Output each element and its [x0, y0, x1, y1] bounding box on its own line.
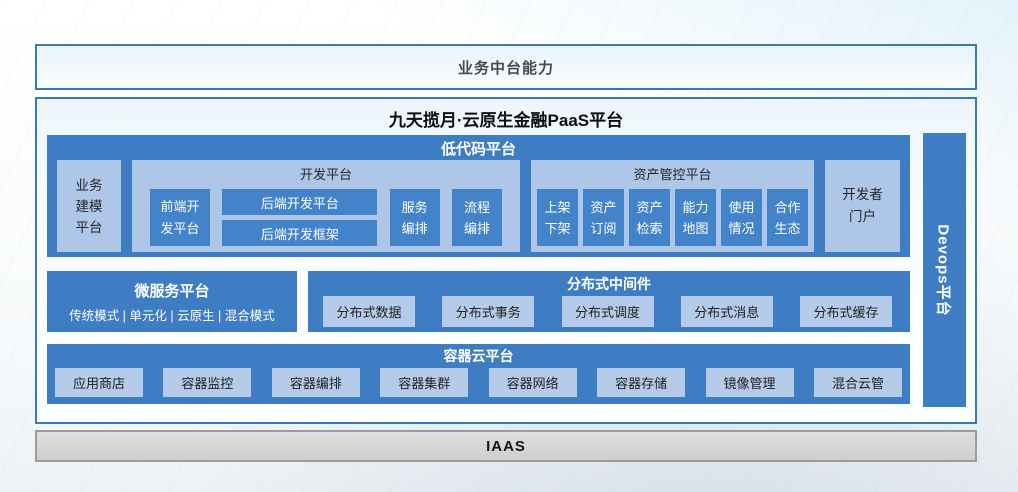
container-item: 容器存储 — [597, 368, 685, 397]
middleware-item: 分布式调度 — [562, 296, 654, 327]
asset-item: 使用情况 — [721, 189, 762, 246]
asset-item-label: 能力地图 — [682, 197, 710, 239]
asset-item: 上架下架 — [537, 189, 578, 246]
container-item: 容器监控 — [163, 368, 251, 397]
middleware-section: 分布式中间件 分布式数据 分布式事务 分布式调度 分布式消息 分布式缓存 — [308, 271, 910, 332]
microservice-title: 微服务平台 — [134, 280, 209, 301]
frontend-dev-label: 前端开发平台 — [159, 196, 201, 240]
iaas-label: IAAS — [486, 438, 526, 455]
asset-item-label: 合作生态 — [774, 197, 802, 239]
container-cloud-row: 应用商店 容器监控 容器编排 容器集群 容器网络 容器存储 镜像管理 混合云管 — [55, 368, 902, 397]
process-orchestration-label: 流程编排 — [463, 197, 491, 239]
developer-portal-cell: 开发者门户 — [825, 160, 900, 252]
container-item: 容器网络 — [489, 368, 577, 397]
middleware-title: 分布式中间件 — [308, 271, 910, 294]
business-modeling-cell: 业务建模平台 — [57, 160, 121, 252]
business-midplatform-label: 业务中台能力 — [458, 57, 554, 78]
developer-portal-label: 开发者门户 — [842, 184, 884, 228]
backend-framework-box: 后端开发框架 — [222, 220, 377, 246]
asset-item: 能力地图 — [675, 189, 716, 246]
low-code-row: 业务建模平台 开发平台 前端开发平台 后端开发平台 后端开发框架 服务编排 — [57, 160, 900, 252]
container-cloud-title: 容器云平台 — [47, 344, 910, 366]
devops-bar: Devops平台 — [923, 133, 966, 407]
architecture-diagram: 业务中台能力 九天揽月·云原生金融PaaS平台 低代码平台 业务建模平台 开发平… — [0, 0, 1018, 492]
middleware-item: 分布式缓存 — [800, 296, 892, 327]
asset-item: 合作生态 — [767, 189, 808, 246]
asset-control-row: 上架下架 资产订阅 资产检索 能力地图 使用情况 合作生态 — [537, 189, 808, 246]
process-orchestration-box: 流程编排 — [452, 189, 502, 246]
container-item: 容器编排 — [272, 368, 360, 397]
iaas-bar: IAAS — [35, 430, 977, 462]
dev-platform-panel: 开发平台 前端开发平台 后端开发平台 后端开发框架 服务编排 — [132, 160, 520, 252]
container-item: 应用商店 — [55, 368, 143, 397]
middleware-item: 分布式消息 — [681, 296, 773, 327]
service-orchestration-box: 服务编排 — [390, 189, 440, 246]
asset-control-title: 资产管控平台 — [531, 160, 814, 183]
middleware-item: 分布式数据 — [323, 296, 415, 327]
backend-platform-box: 后端开发平台 — [222, 189, 377, 215]
container-item: 混合云管 — [814, 368, 902, 397]
asset-item: 资产订阅 — [583, 189, 624, 246]
container-cloud-section: 容器云平台 应用商店 容器监控 容器编排 容器集群 容器网络 容器存储 镜像管理… — [47, 344, 910, 404]
business-modeling-label: 业务建模平台 — [75, 175, 103, 238]
devops-label: Devops平台 — [934, 224, 955, 316]
business-midplatform-banner: 业务中台能力 — [35, 44, 977, 90]
low-code-title: 低代码平台 — [47, 135, 910, 159]
service-orchestration-label: 服务编排 — [401, 197, 429, 239]
low-code-section: 低代码平台 业务建模平台 开发平台 前端开发平台 后端开发平台 后端开发框架 — [47, 135, 910, 257]
middleware-row: 分布式数据 分布式事务 分布式调度 分布式消息 分布式缓存 — [323, 296, 892, 327]
container-item: 容器集群 — [380, 368, 468, 397]
asset-item-label: 资产订阅 — [590, 197, 618, 239]
frontend-dev-box: 前端开发平台 — [150, 189, 210, 246]
microservice-section: 微服务平台 传统模式 | 单元化 | 云原生 | 混合模式 — [47, 271, 297, 332]
dev-platform-row: 前端开发平台 后端开发平台 后端开发框架 服务编排 流程编排 — [150, 189, 502, 246]
backend-stack: 后端开发平台 后端开发框架 — [222, 189, 377, 246]
asset-item-label: 使用情况 — [728, 197, 756, 239]
platform-title: 九天揽月·云原生金融PaaS平台 — [37, 106, 975, 131]
middleware-item: 分布式事务 — [442, 296, 534, 327]
asset-control-panel: 资产管控平台 上架下架 资产订阅 资产检索 能力地图 使用情况 — [531, 160, 814, 252]
container-item: 镜像管理 — [706, 368, 794, 397]
microservice-modes: 传统模式 | 单元化 | 云原生 | 混合模式 — [69, 305, 275, 324]
asset-item-label: 上架下架 — [544, 197, 572, 239]
dev-platform-title: 开发平台 — [132, 160, 520, 183]
asset-item: 资产检索 — [629, 189, 670, 246]
asset-item-label: 资产检索 — [636, 197, 664, 239]
paas-platform-box: 九天揽月·云原生金融PaaS平台 低代码平台 业务建模平台 开发平台 前端开发平… — [35, 97, 977, 424]
